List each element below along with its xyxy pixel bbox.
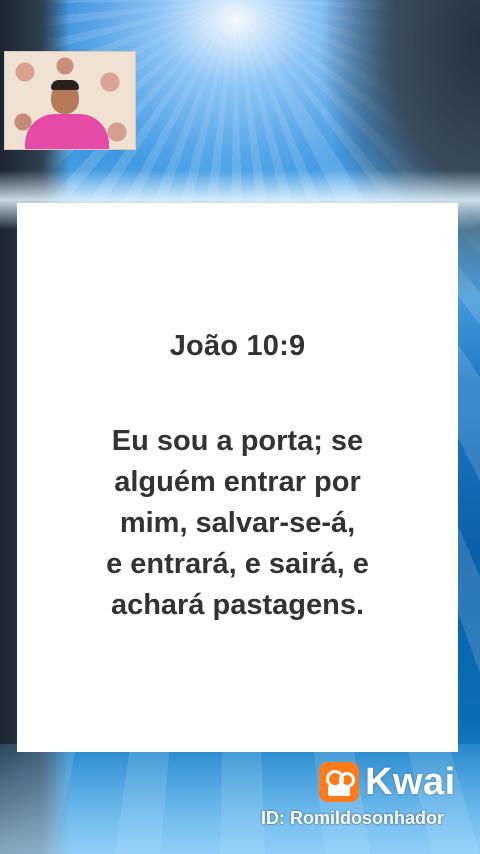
person-body [25,114,109,149]
verse-reference: João 10:9 [169,329,306,362]
verse-line: e entrará, e sairá, e [106,547,369,580]
picture-in-picture-video[interactable] [4,51,136,150]
person-hair [51,80,79,90]
kwai-logo-icon [319,762,359,802]
verse-line: achará pastagens. [110,588,365,621]
kwai-brand-text: Kwai [365,760,456,803]
verse-line: mim, salvar-se-á, [119,506,356,539]
kwai-watermark: Kwai [319,760,456,804]
verse-line: Eu sou a porta; se [111,424,364,457]
verse-text: Eu sou a porta; se alguém entrar por mim… [106,421,369,626]
creator-id: ID: Romildosonhador [261,808,444,828]
verse-card: João 10:9 Eu sou a porta; se alguém entr… [17,203,458,752]
verse-line: alguém entrar por [114,465,361,498]
